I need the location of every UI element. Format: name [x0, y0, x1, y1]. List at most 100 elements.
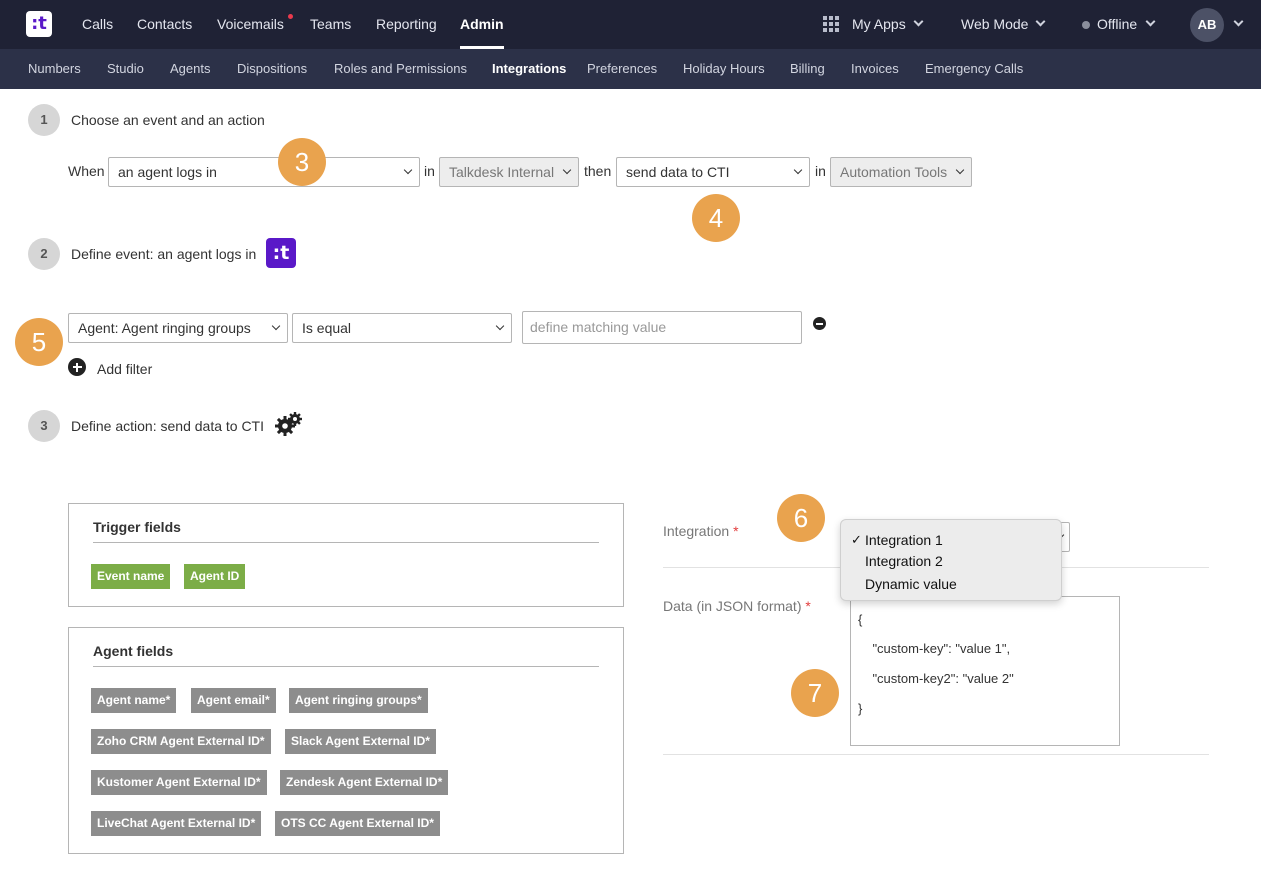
data-json-label-text: Data (in JSON format) — [663, 598, 802, 614]
required-marker: * — [733, 523, 739, 539]
chevron-down-icon — [793, 165, 803, 175]
remove-filter-icon[interactable] — [813, 317, 826, 330]
json-line: } — [858, 701, 863, 716]
subnav-preferences[interactable]: Preferences — [587, 49, 657, 89]
divider — [663, 754, 1209, 755]
filter-field-select[interactable]: Agent: Agent ringing groups — [68, 313, 288, 343]
notification-dot — [288, 14, 293, 19]
field-tag[interactable]: OTS CC Agent External ID* — [275, 811, 440, 836]
matching-value-input[interactable]: define matching value — [522, 311, 802, 344]
required-marker: * — [805, 598, 811, 614]
subnav-emergency-calls[interactable]: Emergency Calls — [925, 49, 1023, 89]
callout-7: 7 — [791, 669, 839, 717]
callout-6: 6 — [777, 494, 825, 542]
json-line: "custom-key2": "value 2" — [858, 671, 1014, 686]
field-tag[interactable]: Zoho CRM Agent External ID* — [91, 729, 271, 754]
subnav-integrations[interactable]: Integrations — [492, 49, 566, 89]
chevron-down-icon — [562, 165, 572, 175]
top-nav: :t Calls Contacts Voicemails Teams Repor… — [0, 0, 1261, 49]
add-filter-link[interactable]: Add filter — [97, 361, 152, 377]
event-source-value: Talkdesk Internal — [449, 164, 555, 180]
step-3-title: Define action: send data to CTI — [71, 418, 264, 434]
talkdesk-icon: :t — [266, 238, 296, 268]
status-menu[interactable]: Offline — [1097, 0, 1137, 49]
integration-dropdown-menu: ✓ Integration 1 Integration 2 Dynamic val… — [840, 519, 1062, 601]
web-mode-menu[interactable]: Web Mode — [961, 0, 1028, 49]
dropdown-option-integration-2[interactable]: Integration 2 — [841, 550, 1061, 572]
talkdesk-logo[interactable]: :t — [26, 11, 52, 37]
filter-operator-select[interactable]: Is equal — [292, 313, 512, 343]
field-tag[interactable]: Kustomer Agent External ID* — [91, 770, 267, 795]
event-select-value: an agent logs in — [118, 164, 217, 180]
action-source-select[interactable]: Automation Tools — [830, 157, 972, 187]
field-tag[interactable]: Event name — [91, 564, 171, 589]
when-label: When — [68, 163, 105, 179]
chevron-down-icon — [1145, 16, 1156, 27]
field-tag[interactable]: Agent email* — [191, 688, 276, 713]
chevron-down-icon — [403, 165, 413, 175]
subnav-dispositions[interactable]: Dispositions — [237, 49, 307, 89]
event-select[interactable]: an agent logs in — [108, 157, 420, 187]
agent-fields-box: Agent fields Agent name* Agent email* Ag… — [68, 627, 624, 854]
add-filter-icon[interactable] — [68, 358, 86, 376]
check-icon: ✓ — [851, 532, 862, 547]
field-tag[interactable]: LiveChat Agent External ID* — [91, 811, 262, 836]
subnav-holiday-hours[interactable]: Holiday Hours — [683, 49, 765, 89]
chevron-down-icon — [271, 321, 281, 331]
subnav-studio[interactable]: Studio — [107, 49, 144, 89]
nav-contacts[interactable]: Contacts — [137, 0, 192, 49]
status-dot-icon — [1082, 21, 1090, 29]
trigger-fields-title: Trigger fields — [93, 519, 181, 535]
option-label: Integration 2 — [865, 553, 943, 569]
dropdown-option-integration-1[interactable]: ✓ Integration 1 — [841, 529, 1061, 551]
callout-4: 4 — [692, 194, 740, 242]
chevron-down-icon — [495, 321, 505, 331]
subnav-agents[interactable]: Agents — [170, 49, 210, 89]
field-tag[interactable]: Slack Agent External ID* — [285, 729, 436, 754]
field-tag[interactable]: Agent ringing groups* — [289, 688, 428, 713]
option-label: Dynamic value — [865, 576, 957, 592]
option-label: Integration 1 — [865, 532, 943, 548]
then-label: then — [584, 163, 612, 179]
avatar[interactable]: AB — [1190, 8, 1224, 42]
integration-label: Integration * — [663, 523, 739, 539]
my-apps-menu[interactable]: My Apps — [852, 0, 906, 49]
filter-operator-value: Is equal — [302, 320, 352, 336]
trigger-fields-box: Trigger fields Event name Agent ID — [68, 503, 624, 607]
apps-grid-icon[interactable] — [823, 16, 840, 33]
admin-sub-nav: Numbers Studio Agents Dispositions Roles… — [0, 49, 1261, 89]
nav-admin[interactable]: Admin — [460, 0, 504, 49]
divider — [93, 666, 599, 667]
subnav-billing[interactable]: Billing — [790, 49, 825, 89]
event-source-select[interactable]: Talkdesk Internal — [439, 157, 579, 187]
integration-label-text: Integration — [663, 523, 730, 539]
step-1-badge: 1 — [28, 104, 60, 136]
nav-teams[interactable]: Teams — [310, 0, 351, 49]
subnav-roles-permissions[interactable]: Roles and Permissions — [334, 49, 467, 89]
action-source-value: Automation Tools — [840, 164, 948, 180]
data-json-label: Data (in JSON format) * — [663, 598, 811, 614]
field-tag[interactable]: Zendesk Agent External ID* — [280, 770, 449, 795]
dropdown-option-dynamic-value[interactable]: Dynamic value — [841, 573, 1061, 595]
nav-reporting[interactable]: Reporting — [376, 0, 437, 49]
callout-3: 3 — [278, 138, 326, 186]
chevron-down-icon — [955, 165, 965, 175]
step-3-badge: 3 — [28, 410, 60, 442]
field-tag[interactable]: Agent name* — [91, 688, 177, 713]
callout-5: 5 — [15, 318, 63, 366]
json-line: "custom-key": "value 1", — [858, 641, 1011, 656]
chevron-down-icon[interactable] — [1233, 16, 1244, 27]
subnav-numbers[interactable]: Numbers — [28, 49, 81, 89]
json-line: { — [858, 612, 863, 627]
subnav-invoices[interactable]: Invoices — [851, 49, 899, 89]
in-label: in — [424, 163, 435, 179]
nav-calls[interactable]: Calls — [82, 0, 113, 49]
nav-voicemails[interactable]: Voicemails — [217, 0, 284, 49]
field-tag[interactable]: Agent ID — [184, 564, 246, 589]
filter-field-value: Agent: Agent ringing groups — [78, 320, 251, 336]
json-data-textarea[interactable]: { "custom-key": "value 1", "custom-key2"… — [850, 596, 1120, 746]
action-select[interactable]: send data to CTI — [616, 157, 810, 187]
in-label-2: in — [815, 163, 826, 179]
step-2-badge: 2 — [28, 238, 60, 270]
chevron-down-icon — [913, 16, 924, 27]
